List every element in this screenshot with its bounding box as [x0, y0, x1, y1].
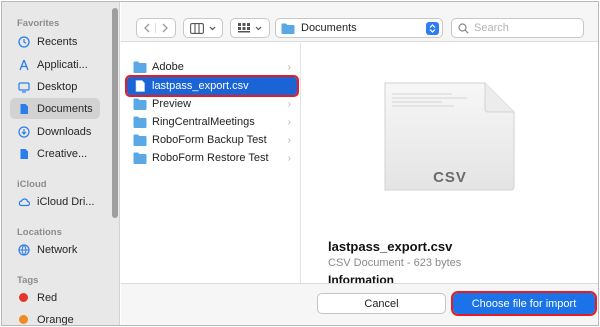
sidebar-item-label: Orange [37, 313, 74, 326]
chevron-right-icon: › [287, 116, 291, 128]
clock-icon [18, 35, 30, 48]
folder-icon [281, 23, 295, 34]
group-button[interactable] [230, 18, 270, 38]
sidebar-item-label: Desktop [37, 80, 78, 93]
file-column: Adobe › lastpass_export.csv Preview › Ri… [121, 43, 301, 283]
chevron-right-icon: › [287, 134, 291, 146]
sidebar-item-label: iCloud Dri... [37, 195, 95, 208]
sidebar-item-icloud-drive[interactable]: iCloud Dri... [10, 191, 100, 212]
list-item-lastpass-export[interactable]: lastpass_export.csv [125, 75, 299, 97]
sidebar-item-label: Network [37, 243, 78, 256]
cloud-icon [18, 196, 30, 208]
folder-icon [133, 98, 147, 110]
preview-filename: lastpass_export.csv [328, 239, 453, 254]
sidebar-item-creative[interactable]: Creative... [10, 143, 100, 164]
chevron-right-icon: › [287, 152, 291, 164]
file-name: Adobe [152, 61, 184, 73]
chevron-down-icon [209, 26, 216, 31]
sidebar-section-icloud: iCloud [17, 179, 47, 190]
grid-icon [238, 22, 250, 34]
applications-icon [18, 59, 30, 71]
list-item-ringcentral[interactable]: RingCentralMeetings › [127, 113, 297, 131]
up-down-chevron-icon [426, 21, 439, 35]
list-item-adobe[interactable]: Adobe › [127, 58, 297, 76]
file-name: RoboForm Backup Test [152, 134, 267, 146]
search-icon [458, 22, 469, 34]
download-icon [18, 125, 30, 138]
sidebar: Favorites Recents Applicati... Desktop D… [2, 2, 120, 325]
globe-icon [18, 243, 30, 256]
file-name: RingCentralMeetings [152, 116, 255, 128]
desktop-icon [18, 81, 30, 93]
sidebar-item-label: Creative... [37, 147, 88, 160]
sidebar-item-downloads[interactable]: Downloads [10, 121, 100, 142]
location-popup[interactable]: Documents [275, 18, 443, 38]
folder-icon [133, 152, 147, 164]
back-icon[interactable] [137, 23, 157, 33]
list-item-preview[interactable]: Preview › [127, 95, 297, 113]
orange-tag-dot [19, 315, 28, 324]
sidebar-item-label: Downloads [37, 125, 92, 138]
file-name: Preview [152, 98, 192, 110]
chevron-right-icon: › [287, 98, 291, 110]
sidebar-item-label: Red [37, 291, 58, 304]
sidebar-section-locations: Locations [17, 227, 62, 238]
file-icon [135, 80, 145, 92]
red-tag-dot [19, 293, 28, 302]
sidebar-scrollbar[interactable] [112, 8, 118, 218]
sidebar-item-network[interactable]: Network [10, 239, 100, 260]
sidebar-item-desktop[interactable]: Desktop [10, 76, 100, 97]
preview-pane: CSV lastpass_export.csv CSV Document - 6… [302, 43, 598, 283]
sidebar-item-label: Applicati... [37, 58, 88, 71]
folder-icon [133, 134, 147, 146]
document-type-label: CSV [433, 169, 467, 186]
list-item-roboform-backup[interactable]: RoboForm Backup Test › [127, 131, 297, 149]
sidebar-item-tag-red[interactable]: Red [10, 287, 100, 308]
back-forward-buttons[interactable] [136, 18, 176, 38]
sidebar-item-recents[interactable]: Recents [10, 31, 100, 52]
search-input[interactable] [474, 22, 574, 34]
list-item-roboform-restore[interactable]: RoboForm Restore Test › [127, 149, 297, 167]
file-chooser-dialog: Favorites Recents Applicati... Desktop D… [1, 1, 599, 326]
choose-file-button[interactable]: Choose file for import [451, 291, 597, 316]
sidebar-item-documents[interactable]: Documents [10, 98, 100, 119]
chevron-down-icon [255, 26, 262, 31]
toolbar: Documents [121, 2, 598, 42]
sidebar-item-applications[interactable]: Applicati... [10, 54, 100, 75]
sidebar-item-tag-orange[interactable]: Orange [10, 309, 100, 326]
dialog-footer: Cancel Choose file for import [121, 283, 598, 325]
location-label: Documents [301, 22, 357, 34]
folder-icon [133, 61, 147, 73]
preview-kind: CSV Document - 623 bytes [328, 257, 462, 269]
folder-icon [133, 116, 147, 128]
cancel-button[interactable]: Cancel [317, 293, 446, 314]
sidebar-section-tags: Tags [17, 275, 39, 286]
search-field[interactable] [451, 18, 584, 38]
file-icon [18, 148, 30, 160]
forward-icon[interactable] [156, 23, 175, 33]
file-name: RoboForm Restore Test [152, 152, 269, 164]
chevron-right-icon: › [287, 61, 291, 73]
document-icon [18, 103, 30, 115]
sidebar-item-label: Recents [37, 35, 78, 48]
sidebar-section-favorites: Favorites [17, 18, 60, 29]
file-name: lastpass_export.csv [152, 80, 249, 92]
columns-icon [190, 22, 204, 34]
preview-info-heading: Information [328, 273, 394, 283]
sidebar-item-label: Documents [37, 102, 93, 115]
view-mode-button[interactable] [183, 18, 223, 38]
